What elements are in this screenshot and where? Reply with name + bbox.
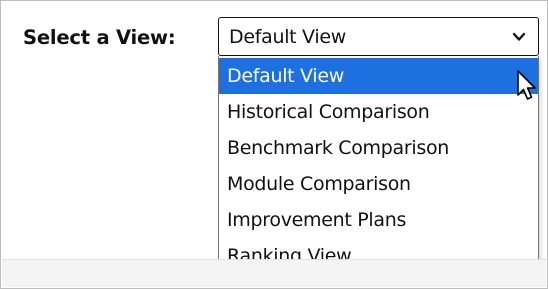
page-background-band <box>2 259 546 287</box>
view-selector-row: Select a View: <box>23 17 176 57</box>
option-module-comparison[interactable]: Module Comparison <box>219 166 538 202</box>
option-default-view[interactable]: Default View <box>219 58 538 94</box>
option-benchmark-comparison[interactable]: Benchmark Comparison <box>219 130 538 166</box>
chevron-down-icon <box>512 32 526 41</box>
select-current-value: Default View <box>229 25 346 48</box>
view-dropdown-list: Default View Historical Comparison Bench… <box>218 56 539 275</box>
view-select[interactable]: Default View <box>218 17 539 56</box>
view-selector-panel: Select a View: Default View Default View… <box>0 0 548 289</box>
option-improvement-plans[interactable]: Improvement Plans <box>219 202 538 238</box>
select-view-label: Select a View: <box>23 25 176 49</box>
option-historical-comparison[interactable]: Historical Comparison <box>219 94 538 130</box>
